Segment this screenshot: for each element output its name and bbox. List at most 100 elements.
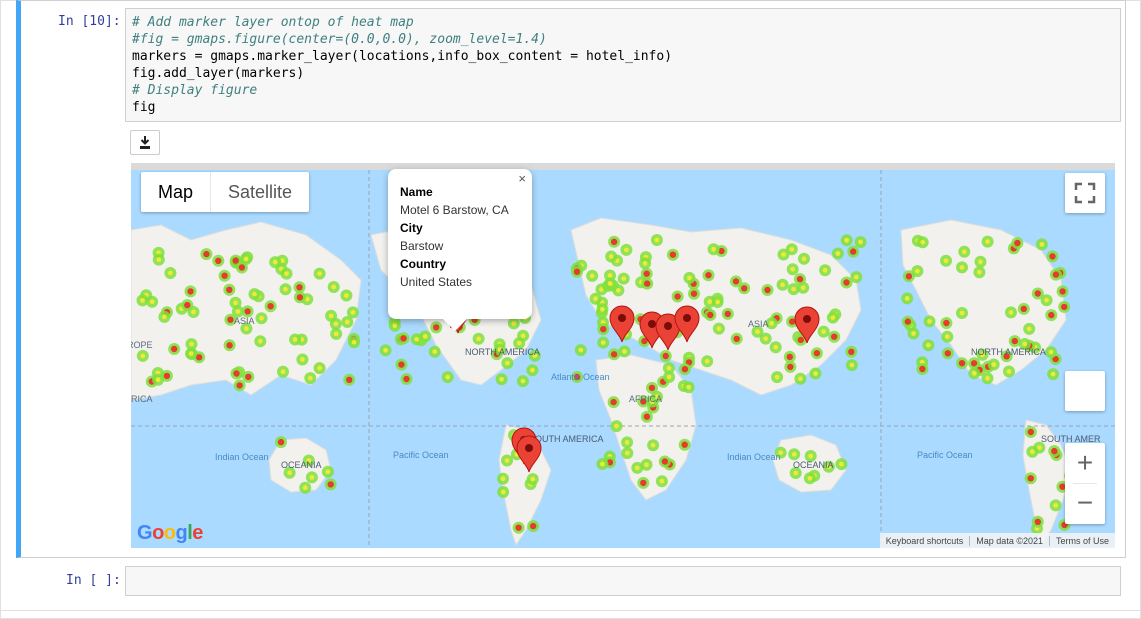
heat-core <box>578 347 584 353</box>
keyboard-shortcuts-link[interactable]: Keyboard shortcuts <box>880 535 971 546</box>
place-label: OCEANIA <box>793 460 834 470</box>
place-label: Atlantic Ocean <box>551 372 610 382</box>
heat-core <box>500 476 506 482</box>
heat-core <box>245 373 252 381</box>
map-type-map-button[interactable]: Map <box>141 172 210 212</box>
heat-core <box>351 339 357 345</box>
heat-core <box>943 319 950 327</box>
heat-core <box>911 331 916 336</box>
heat-core <box>191 309 196 315</box>
info-window-close-button[interactable]: × <box>518 171 526 186</box>
empty-code-cell[interactable] <box>125 566 1121 596</box>
heat-core <box>724 310 731 318</box>
marker-dot <box>683 314 691 322</box>
heat-core <box>1027 428 1034 436</box>
heat-core <box>184 301 191 309</box>
heat-core <box>807 475 813 481</box>
marker-dot <box>648 320 656 328</box>
heat-core <box>822 267 828 273</box>
heat-core <box>232 257 239 264</box>
heat-core <box>344 319 350 325</box>
heat-core <box>600 326 607 333</box>
heat-core <box>1048 349 1054 355</box>
heat-core <box>674 293 681 300</box>
heat-core <box>333 321 339 327</box>
heat-core <box>849 362 855 368</box>
fullscreen-button[interactable] <box>1065 173 1105 213</box>
info-name-value: Motel 6 Barstow, CA <box>400 203 509 217</box>
download-button[interactable] <box>130 130 160 155</box>
heat-core <box>267 303 274 310</box>
street-view-pegman-slot[interactable] <box>1065 371 1105 411</box>
heat-core <box>283 286 288 292</box>
heat-core <box>640 479 647 487</box>
zoom-in-button[interactable]: + <box>1065 443 1105 483</box>
zoom-out-button[interactable]: − <box>1065 484 1105 524</box>
heat-core <box>1061 303 1068 311</box>
heat-core <box>1050 371 1056 377</box>
place-label: ROPE <box>131 340 153 350</box>
fullscreen-icon <box>1074 182 1096 204</box>
heat-core <box>624 440 630 445</box>
heat-core <box>614 423 619 429</box>
heat-core <box>520 333 526 339</box>
place-label: RICA <box>131 394 153 404</box>
map-type-satellite-button[interactable]: Satellite <box>211 172 309 212</box>
heat-core <box>971 370 977 376</box>
place-label: Indian Ocean <box>215 452 269 462</box>
heat-core <box>309 475 315 480</box>
heat-core <box>328 313 334 319</box>
heat-core <box>302 485 308 491</box>
heat-core <box>821 329 826 334</box>
heat-core <box>226 342 233 349</box>
heat-core <box>733 335 740 342</box>
heat-core <box>607 281 613 286</box>
heat-core <box>327 481 334 488</box>
google-logo-letter: o <box>152 522 164 544</box>
code-line: #fig = gmaps.figure(center=(0.0,0.0), zo… <box>132 32 547 47</box>
heat-core <box>530 522 537 530</box>
google-logo-letter: o <box>163 522 176 544</box>
heat-core <box>791 451 797 457</box>
heat-core <box>791 286 796 292</box>
code-editor[interactable]: # Add marker layer ontop of heat map #fig… <box>125 8 1121 122</box>
heat-core <box>985 375 990 381</box>
heat-core <box>642 260 648 266</box>
heat-core <box>790 266 796 272</box>
world-map[interactable]: ASIA ROPE RICA NORTH AMERICA Atlantic Ocean A… <box>131 170 1115 548</box>
heat-core <box>915 268 920 274</box>
heat-core <box>244 326 249 331</box>
heat-core <box>848 348 855 355</box>
heat-core <box>634 465 640 471</box>
heat-core <box>280 369 286 375</box>
heat-core <box>171 345 178 353</box>
heat-core <box>977 269 982 275</box>
heat-core <box>600 461 605 467</box>
heat-core <box>476 336 481 342</box>
google-logo[interactable]: Google <box>137 522 203 545</box>
heat-core <box>259 315 264 321</box>
heat-core <box>156 257 162 262</box>
heat-core <box>944 334 950 340</box>
heat-core <box>705 272 712 279</box>
heat-core <box>530 367 535 373</box>
heat-core <box>666 374 672 380</box>
heat-core <box>741 285 748 292</box>
heat-core <box>331 284 337 290</box>
map-widget[interactable]: ASIA ROPE RICA NORTH AMERICA Atlantic Ocean A… <box>131 163 1115 548</box>
terms-of-use-link[interactable]: Terms of Use <box>1050 536 1115 546</box>
heat-core <box>704 358 710 364</box>
heat-core <box>732 278 740 285</box>
heat-core <box>511 321 517 326</box>
heat-core <box>669 251 677 258</box>
heat-core <box>800 285 806 291</box>
heat-core <box>959 265 965 270</box>
place-label: OCEANIA <box>281 460 322 470</box>
place-label: Indian Ocean <box>727 452 781 462</box>
map-data-text: Map data ©2021 <box>970 535 1050 546</box>
heat-core <box>789 318 796 325</box>
heat-core <box>764 286 771 294</box>
heat-core <box>287 470 292 476</box>
place-label: ASIA <box>234 316 255 326</box>
place-label: ASIA <box>748 319 769 329</box>
